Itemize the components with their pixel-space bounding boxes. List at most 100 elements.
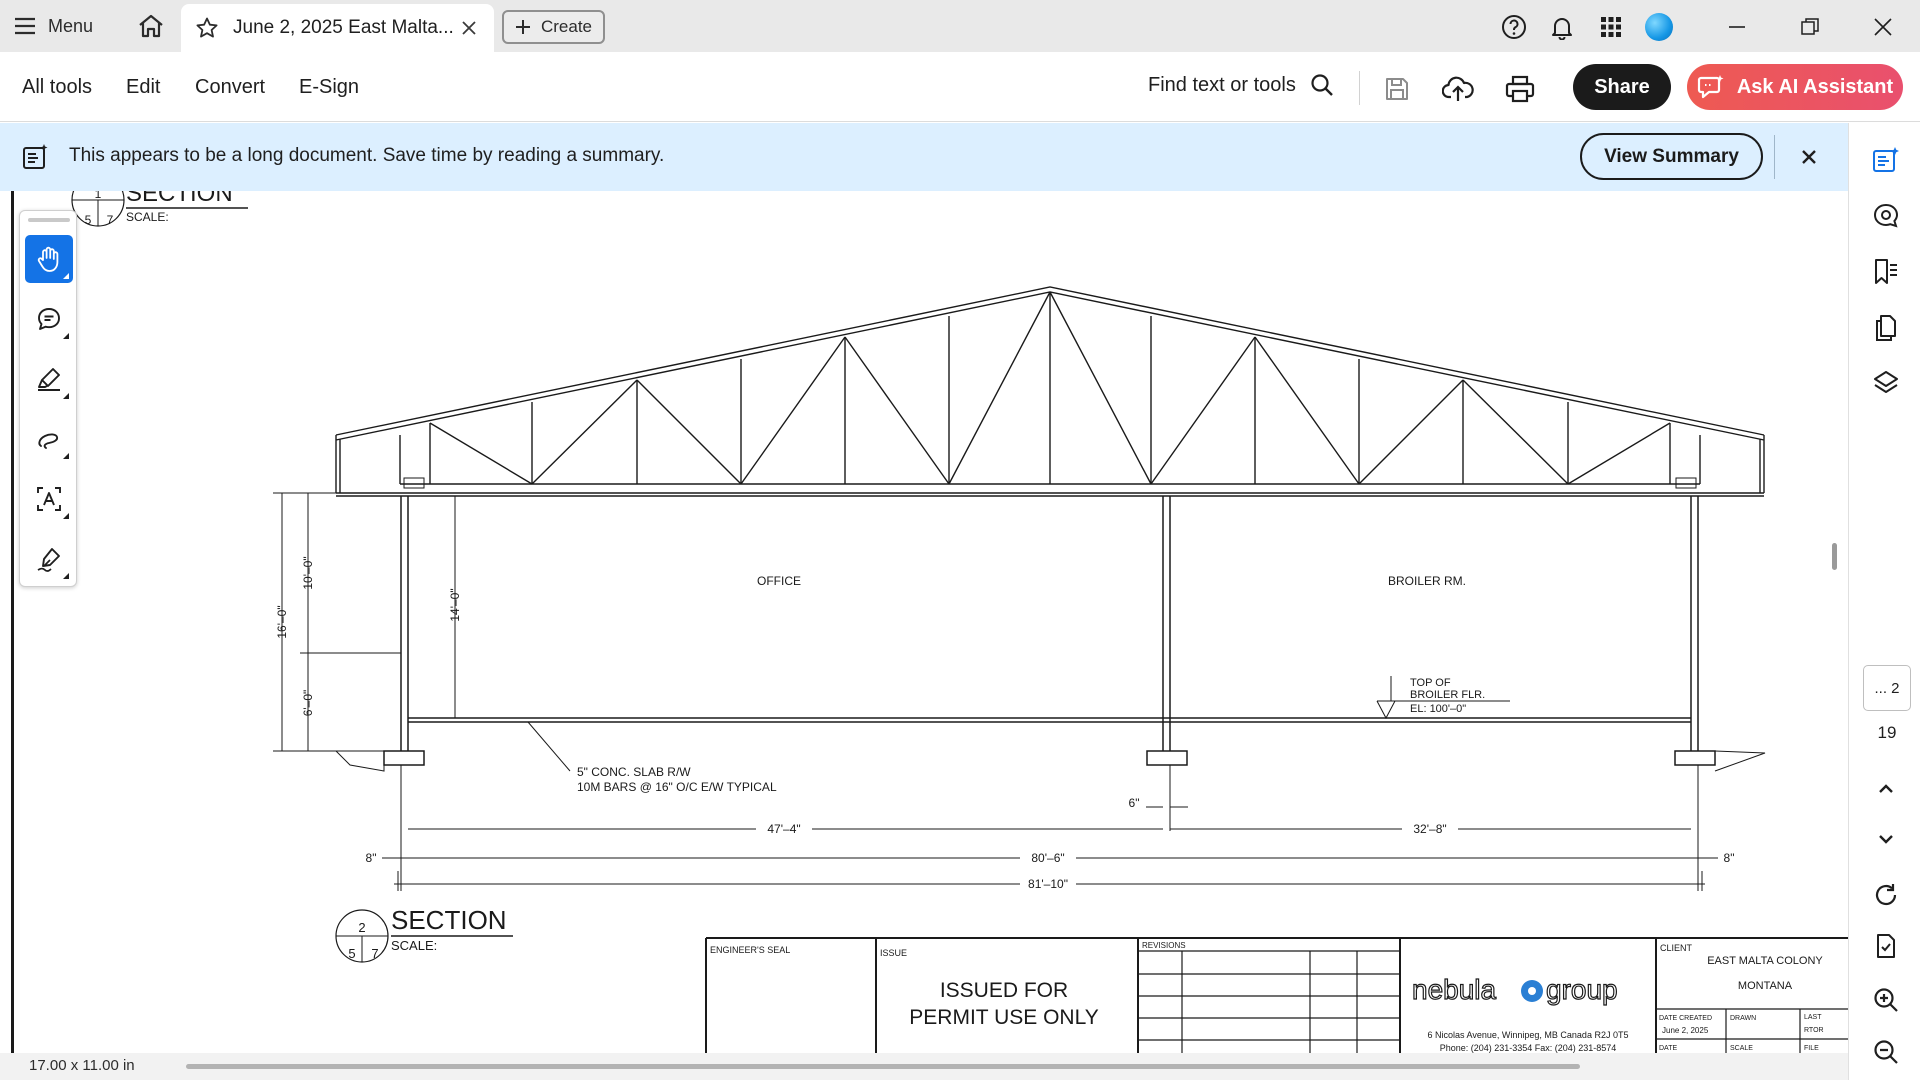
save-button[interactable] xyxy=(1379,71,1415,107)
comment-icon xyxy=(38,308,60,330)
revisions-label: REVISIONS xyxy=(1142,941,1186,950)
last-label: LAST xyxy=(1804,1014,1822,1021)
right-sidebar: ... 2 19 xyxy=(1848,123,1920,1080)
minimize-button[interactable] xyxy=(1722,12,1752,42)
menu-button[interactable]: Menu xyxy=(14,10,93,42)
dim-span-left: 47'–4" xyxy=(767,822,800,836)
help-button[interactable] xyxy=(1499,12,1529,42)
sign-tool-button[interactable] xyxy=(25,535,73,583)
drag-handle[interactable] xyxy=(28,218,70,222)
find-text-or-tools[interactable]: Find text or tools xyxy=(1148,73,1334,97)
comments-panel-button[interactable] xyxy=(1869,199,1903,233)
company-address: 6 Nicolas Avenue, Winnipeg, MB Canada R2… xyxy=(1428,1030,1629,1040)
company-phone: Phone: (204) 231-3354 Fax: (204) 231-857… xyxy=(1440,1043,1617,1053)
page-size-label: 17.00 x 11.00 in xyxy=(29,1057,135,1074)
document-tab[interactable]: June 2, 2025 East Malta... xyxy=(181,4,494,52)
dim-inner-height: 14'–0" xyxy=(448,588,462,621)
horizontal-scrollbar[interactable] xyxy=(186,1064,1580,1069)
bell-icon xyxy=(1552,18,1572,40)
restore-button[interactable] xyxy=(1795,12,1825,42)
banner-message: This appears to be a long document. Save… xyxy=(69,145,665,166)
draw-tool-button[interactable] xyxy=(25,415,73,463)
pages-icon xyxy=(1876,315,1896,341)
banner-close-button[interactable] xyxy=(1797,145,1821,169)
zoom-out-icon xyxy=(1874,1040,1898,1064)
text-tool-button[interactable] xyxy=(25,475,73,523)
highlight-tool-button[interactable] xyxy=(25,355,73,403)
create-button[interactable]: Create xyxy=(502,10,605,44)
roof-truss xyxy=(335,286,1765,497)
apps-button[interactable] xyxy=(1596,12,1626,42)
vertical-scrollbar[interactable] xyxy=(1832,543,1837,570)
nav-all-tools[interactable]: All tools xyxy=(22,76,92,99)
bookmark-icon xyxy=(1875,259,1897,284)
print-button[interactable] xyxy=(1502,71,1538,107)
logo-text-right: group xyxy=(1546,974,1618,1005)
help-icon xyxy=(1502,15,1526,39)
chevron-up-icon xyxy=(1879,784,1893,793)
dim-overall: 80'–6" xyxy=(1031,851,1064,865)
submenu-indicator xyxy=(63,393,69,399)
date-created-label: DATE CREATED xyxy=(1659,1015,1712,1022)
home-button[interactable] xyxy=(134,10,168,42)
star-icon[interactable] xyxy=(195,16,219,40)
pages-panel-button[interactable] xyxy=(1869,311,1903,345)
zoom-in-icon xyxy=(1874,988,1898,1012)
close-icon xyxy=(462,21,476,35)
dim-left-total: 16'–0" xyxy=(275,605,289,638)
hand-tool-button[interactable] xyxy=(25,235,73,283)
nav-convert[interactable]: Convert xyxy=(195,76,265,99)
client-name: EAST MALTA COLONY xyxy=(1707,955,1823,967)
summary-icon xyxy=(23,144,48,169)
comment-tool-button[interactable] xyxy=(25,295,73,343)
ask-ai-assistant-button[interactable]: Ask AI Assistant xyxy=(1687,64,1903,110)
submenu-indicator xyxy=(63,333,69,339)
ai-summary-icon xyxy=(1873,147,1899,172)
home-icon xyxy=(139,14,163,38)
submenu-indicator xyxy=(63,573,69,579)
user-avatar[interactable] xyxy=(1645,13,1673,41)
hamburger-icon xyxy=(15,17,35,35)
tab-close-button[interactable] xyxy=(458,17,480,39)
section-1-sheet-b: 7 xyxy=(107,213,114,227)
nav-e-sign[interactable]: E-Sign xyxy=(299,76,359,99)
printer-icon xyxy=(1505,75,1535,103)
apps-grid-icon xyxy=(1601,17,1621,37)
section-2-sheet-b: 7 xyxy=(371,946,378,961)
room-label-office: OFFICE xyxy=(757,574,801,588)
total-pages: 19 xyxy=(1877,723,1897,742)
issue-label: ISSUE xyxy=(880,948,907,958)
main-toolbar: All tools Edit Convert E-Sign Find text … xyxy=(0,52,1920,122)
layers-panel-button[interactable] xyxy=(1869,367,1903,401)
bookmarks-panel-button[interactable] xyxy=(1869,255,1903,289)
document-viewer[interactable]: 1 5 7 SECTION SCALE: OFFICE BROILER RM. … xyxy=(0,191,1848,1053)
nav-edit[interactable]: Edit xyxy=(126,76,160,99)
freehand-draw-icon xyxy=(38,433,59,449)
page-options-button[interactable] xyxy=(1869,929,1903,963)
ai-summary-panel-button[interactable] xyxy=(1869,143,1903,177)
minimize-icon xyxy=(1729,26,1745,28)
rotate-button[interactable] xyxy=(1869,878,1903,912)
logo-text-left: nebula xyxy=(1412,974,1497,1005)
file-label: FILE xyxy=(1804,1045,1819,1052)
window-close-button[interactable] xyxy=(1868,12,1898,42)
zoom-in-button[interactable] xyxy=(1869,983,1903,1017)
submenu-indicator xyxy=(63,453,69,459)
zoom-out-button[interactable] xyxy=(1869,1035,1903,1069)
share-button[interactable]: Share xyxy=(1573,64,1671,110)
comments-icon xyxy=(1873,203,1899,228)
title-bar: Menu June 2, 2025 East Malta... Create xyxy=(0,0,1920,52)
view-summary-button[interactable]: View Summary xyxy=(1580,133,1763,180)
seal-label: ENGINEER'S SEAL xyxy=(710,945,790,955)
submenu-indicator xyxy=(63,513,69,519)
save-icon xyxy=(1386,78,1408,100)
previous-page-button[interactable] xyxy=(1869,772,1903,806)
section-drawing: 1 5 7 SECTION SCALE: OFFICE BROILER RM. … xyxy=(71,191,1848,1053)
current-page-input[interactable]: ... 2 xyxy=(1863,665,1911,711)
next-page-button[interactable] xyxy=(1869,822,1903,856)
section-1-title: SECTION xyxy=(126,191,233,207)
create-label: Create xyxy=(540,17,593,36)
upload-button[interactable] xyxy=(1440,71,1476,107)
notifications-button[interactable] xyxy=(1547,12,1577,42)
ai-label: Ask AI Assistant xyxy=(1736,75,1894,98)
